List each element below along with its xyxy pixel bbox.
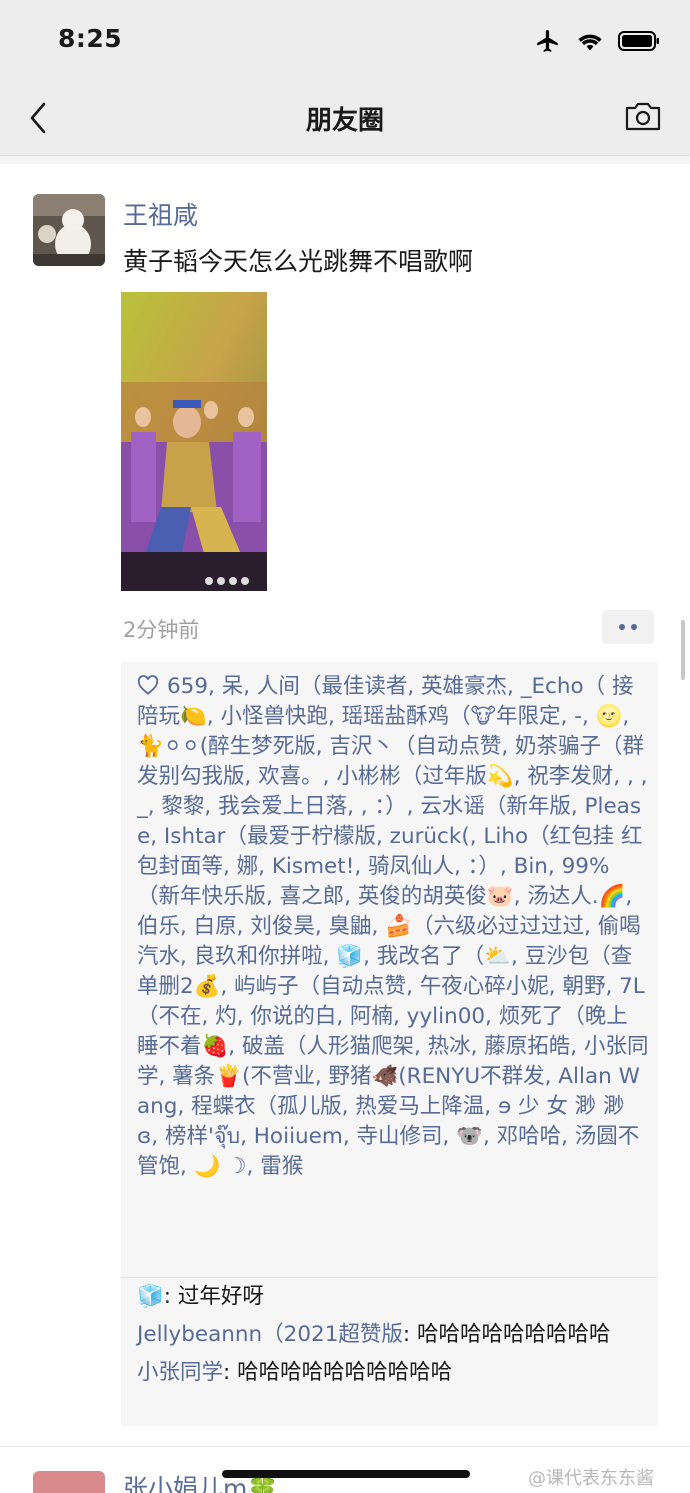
post-author[interactable]: 王祖咸 — [123, 196, 198, 232]
status-bar: 8:25 — [0, 0, 690, 80]
likes-text: 659, 呆, 人间（最佳读者, 英雄豪杰, _Echo（ 接陪玩🍋, 小怪兽快… — [137, 674, 649, 1179]
comment-text: : 过年好呀 — [163, 1284, 264, 1309]
post-text: 黄子韬今天怎么光跳舞不唱歌啊 — [123, 247, 474, 276]
likes-list[interactable]: 659, 呆, 人间（最佳读者, 英雄豪杰, _Echo（ 接陪玩🍋, 小怪兽快… — [137, 672, 649, 1182]
comment-item[interactable]: 小张同学: 哈哈哈哈哈哈哈哈哈哈 — [137, 1358, 649, 1388]
post-image[interactable] — [121, 292, 267, 591]
battery-icon — [618, 30, 660, 52]
divider — [121, 1277, 658, 1278]
comment-item[interactable]: 🧊: 过年好呀 — [137, 1282, 649, 1312]
airplane-icon — [534, 28, 562, 54]
page-title: 朋友圈 — [305, 106, 384, 136]
more-dots-icon[interactable] — [602, 610, 654, 644]
commenter-name[interactable]: 🧊 — [137, 1284, 164, 1309]
comment-text: : 哈哈哈哈哈哈哈哈哈哈 — [223, 1360, 453, 1385]
likes-comments-box: 659, 呆, 人间（最佳读者, 英雄豪杰, _Echo（ 接陪玩🍋, 小怪兽快… — [121, 662, 658, 1426]
post-timestamp: 2分钟前 — [123, 618, 200, 642]
nav-bar: 朋友圈 — [0, 80, 690, 156]
wifi-icon — [576, 30, 604, 52]
camera-icon[interactable] — [624, 100, 662, 132]
avatar[interactable] — [33, 1471, 105, 1493]
avatar[interactable] — [33, 194, 105, 266]
comments-list: 🧊: 过年好呀 Jellybeannn（2021超赞版: 哈哈哈哈哈哈哈哈哈 小… — [137, 1282, 649, 1396]
comment-item[interactable]: Jellybeannn（2021超赞版: 哈哈哈哈哈哈哈哈哈 — [137, 1320, 649, 1350]
status-time: 8:25 — [58, 24, 123, 53]
commenter-name[interactable]: 小张同学 — [137, 1360, 223, 1385]
home-indicator[interactable] — [222, 1470, 470, 1478]
moment-post: 王祖咸 黄子韬今天怎么光跳舞不唱歌啊 2分钟前 659, 呆, 人间（最佳读者,… — [0, 156, 690, 1446]
scroll-indicator[interactable] — [681, 620, 685, 680]
heart-icon — [137, 674, 159, 695]
commenter-name[interactable]: Jellybeannn（2021超赞版 — [137, 1322, 403, 1347]
status-icons — [534, 28, 660, 54]
comment-text: : 哈哈哈哈哈哈哈哈哈 — [402, 1322, 611, 1347]
watermark: @课代表东东酱 — [528, 1468, 654, 1489]
